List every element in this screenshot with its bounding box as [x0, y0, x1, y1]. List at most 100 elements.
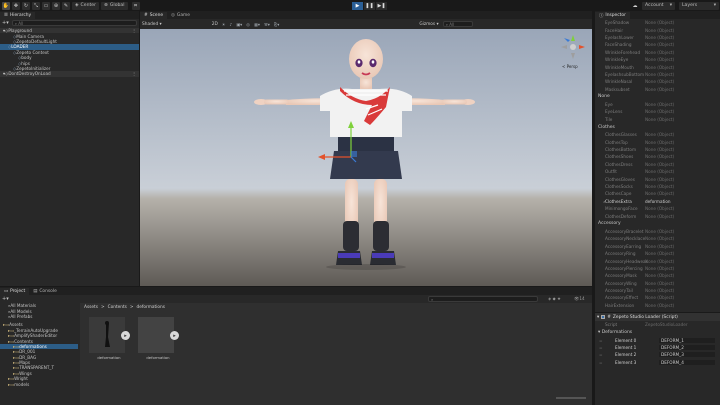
object-field[interactable]: None (Object) — [645, 184, 674, 189]
move-icon[interactable]: ✥ — [12, 1, 20, 10]
object-field[interactable]: None (Object) — [645, 154, 674, 159]
object-field[interactable]: None (Object) — [645, 259, 674, 264]
play-button[interactable]: ▶ — [352, 1, 363, 10]
object-field[interactable]: None (Object) — [645, 65, 674, 70]
deformations-header[interactable]: ▾ Deformations — [595, 328, 720, 336]
object-field[interactable]: None (Object) — [645, 236, 674, 241]
light-icon[interactable]: ☀ — [222, 22, 226, 27]
account-dropdown[interactable]: Account ▾ — [642, 1, 675, 10]
more-icon[interactable]: ⋮ — [132, 28, 136, 33]
element-field[interactable]: DEFORM_4 — [659, 359, 715, 365]
object-field[interactable]: None (Object) — [645, 266, 674, 271]
drag-handle-icon[interactable]: = — [595, 345, 603, 350]
object-field[interactable]: None (Object) — [645, 57, 674, 62]
effects-icon[interactable]: ▣▾ — [236, 22, 242, 27]
asset-tile[interactable]: ▸ deformation — [138, 317, 179, 360]
drag-handle-icon[interactable]: = — [595, 352, 603, 357]
add-icon[interactable]: +▾ — [2, 20, 9, 26]
tab-project[interactable]: ▭ Project — [0, 288, 30, 295]
project-search[interactable]: ⌕ — [428, 296, 538, 302]
step-button[interactable]: ▶❚ — [376, 1, 387, 10]
foldout-icon[interactable]: ▾ — [597, 315, 599, 320]
expand-icon[interactable]: ▸ — [121, 331, 130, 340]
filter-icons[interactable]: ◈ ◆ ★ — [548, 296, 561, 301]
pivot-toggle[interactable]: ◈ Center — [72, 1, 100, 10]
tab-console[interactable]: ▤ Console — [29, 288, 61, 295]
enable-checkbox[interactable] — [601, 315, 606, 320]
hierarchy-item[interactable]: ▾◇ DontDestroyOnLoad ⋮ — [0, 71, 139, 77]
component-header[interactable]: ▾ # Zepeto Studio Loader (Script) — [595, 312, 720, 322]
script-value[interactable]: ZepetoStudioLoader — [645, 322, 688, 327]
rotate-icon[interactable]: ↻ — [22, 1, 30, 10]
tab-scene[interactable]: # Scene — [140, 12, 168, 19]
object-field[interactable]: deformation — [645, 199, 671, 204]
object-field[interactable]: None (Object) — [645, 50, 674, 55]
object-field[interactable]: None (Object) — [645, 72, 674, 77]
cloud-icon[interactable]: ☁ — [631, 1, 639, 10]
more-icon[interactable]: ⋮ — [132, 71, 136, 76]
expand-icon[interactable]: ▸ — [170, 331, 179, 340]
object-field[interactable]: None (Object) — [645, 273, 674, 278]
hidden-icon[interactable]: ◎ — [246, 22, 250, 27]
space-toggle[interactable]: ⊗ Global — [101, 1, 128, 10]
grid-toggle-icon[interactable]: ▦▾ — [254, 22, 260, 27]
drag-handle-icon[interactable]: = — [595, 360, 603, 365]
object-field[interactable]: None (Object) — [645, 42, 674, 47]
object-field[interactable]: None (Object) — [645, 162, 674, 167]
inspector-group-header[interactable]: Accessory — [595, 220, 720, 228]
element-field[interactable]: DEFORM_2 — [659, 345, 715, 351]
inspector-group-header[interactable]: None — [595, 93, 720, 101]
object-field[interactable]: None (Object) — [645, 281, 674, 286]
object-field[interactable]: None (Object) — [645, 117, 674, 122]
object-field[interactable]: None (Object) — [645, 295, 674, 300]
object-field[interactable]: None (Object) — [645, 79, 674, 84]
custom-icon[interactable]: ✎ — [62, 1, 70, 10]
zoom-slider[interactable] — [556, 397, 586, 399]
folder-item[interactable]: ▸▭ models — [0, 381, 78, 387]
object-field[interactable]: None (Object) — [645, 206, 674, 211]
shading-dropdown[interactable]: Shaded ▾ — [142, 22, 162, 27]
object-field[interactable]: None (Object) — [645, 102, 674, 107]
breadcrumb-item[interactable]: Contents — [108, 305, 127, 310]
object-field[interactable]: None (Object) — [645, 109, 674, 114]
element-field[interactable]: DEFORM_3 — [659, 352, 715, 358]
drag-handle-icon[interactable]: = — [595, 338, 603, 343]
tab-inspector[interactable]: ⓘ Inspector — [595, 12, 630, 19]
object-field[interactable]: None (Object) — [645, 147, 674, 152]
object-field[interactable]: None (Object) — [645, 191, 674, 196]
pause-button[interactable]: ❚❚ — [364, 1, 375, 10]
object-field[interactable]: None (Object) — [645, 87, 674, 92]
asset-tile[interactable]: ▸ deformation — [89, 317, 130, 360]
persp-label[interactable]: < Persp — [562, 64, 578, 69]
object-field[interactable]: None (Object) — [645, 288, 674, 293]
object-field[interactable]: None (Object) — [645, 35, 674, 40]
element-field[interactable]: DEFORM_1 — [659, 337, 715, 343]
snap-icon[interactable]: ⌗ — [131, 1, 140, 10]
audio-icon[interactable]: ♪ — [230, 22, 233, 27]
object-field[interactable]: None (Object) — [645, 177, 674, 182]
layers-dropdown[interactable]: Layers ▾ — [679, 1, 719, 10]
tab-game[interactable]: ◎ Game — [167, 12, 194, 19]
hand-icon[interactable]: ✋ — [2, 1, 10, 10]
inspector-group-header[interactable]: Clothes — [595, 123, 720, 131]
gizmos-dropdown[interactable]: Gizmos ▾ — [419, 22, 438, 27]
camera-icon[interactable]: ⎘▾ — [274, 22, 279, 27]
object-field[interactable]: None (Object) — [645, 140, 674, 145]
breadcrumb-item[interactable]: Assets — [84, 305, 98, 310]
rect-icon[interactable]: ▭ — [42, 1, 50, 10]
object-field[interactable]: None (Object) — [645, 214, 674, 219]
add-icon[interactable]: +▾ — [2, 296, 9, 302]
object-field[interactable]: None (Object) — [645, 229, 674, 234]
object-field[interactable]: None (Object) — [645, 303, 674, 308]
object-field[interactable]: None (Object) — [645, 20, 674, 25]
hierarchy-search[interactable]: ⌕ All — [11, 20, 137, 26]
transform-icon[interactable]: ⊕ — [52, 1, 60, 10]
object-field[interactable]: None (Object) — [645, 251, 674, 256]
scene-search[interactable]: ⌕ All — [442, 21, 473, 27]
tab-hierarchy[interactable]: ☰ Hierarchy — [0, 12, 36, 19]
object-field[interactable]: None (Object) — [645, 28, 674, 33]
tools-icon[interactable]: ⚒▾ — [264, 22, 270, 27]
2d-toggle[interactable]: 2D — [212, 22, 218, 27]
object-field[interactable]: None (Object) — [645, 132, 674, 137]
hidden-count[interactable]: 👁14 — [574, 296, 585, 302]
